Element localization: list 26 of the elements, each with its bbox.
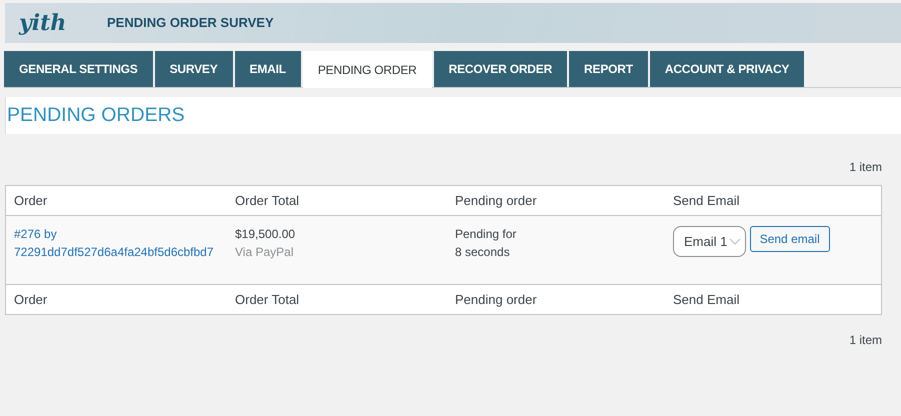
page-header-title: PENDING ORDER SURVEY	[107, 14, 274, 32]
email-select[interactable]: Email 1	[673, 226, 746, 257]
column-header: Order	[14, 292, 48, 307]
chevron-down-icon	[729, 238, 742, 246]
tab[interactable]: REPORT	[569, 51, 648, 87]
tab[interactable]: RECOVER ORDER	[434, 51, 568, 87]
column-header: Order	[14, 192, 48, 208]
item-count: 1 item	[849, 333, 882, 347]
tab[interactable]: SURVEY	[154, 51, 233, 87]
send-email-button[interactable]: Send email	[750, 226, 830, 252]
column-header: Send Email	[673, 192, 740, 208]
tab[interactable]: EMAIL	[234, 51, 301, 87]
column-header: Order Total	[235, 192, 300, 208]
column-header: Send Email	[673, 292, 740, 307]
column-header: Pending order	[455, 192, 537, 208]
section-title: PENDING ORDERS	[6, 102, 185, 128]
pending-duration: Pending for 8 seconds	[455, 226, 518, 261]
payment-method: Via PayPal	[235, 244, 294, 261]
order-total: $19,500.00	[235, 226, 296, 243]
tab[interactable]: ACCOUNT & PRIVACY	[650, 51, 804, 87]
logo: yith	[19, 12, 68, 34]
tab[interactable]: GENERAL SETTINGS	[4, 51, 153, 87]
column-header: Pending order	[455, 292, 537, 307]
tab[interactable]: PENDING ORDER	[302, 51, 432, 88]
item-count: 1 item	[849, 160, 882, 174]
column-header: Order Total	[235, 292, 300, 307]
